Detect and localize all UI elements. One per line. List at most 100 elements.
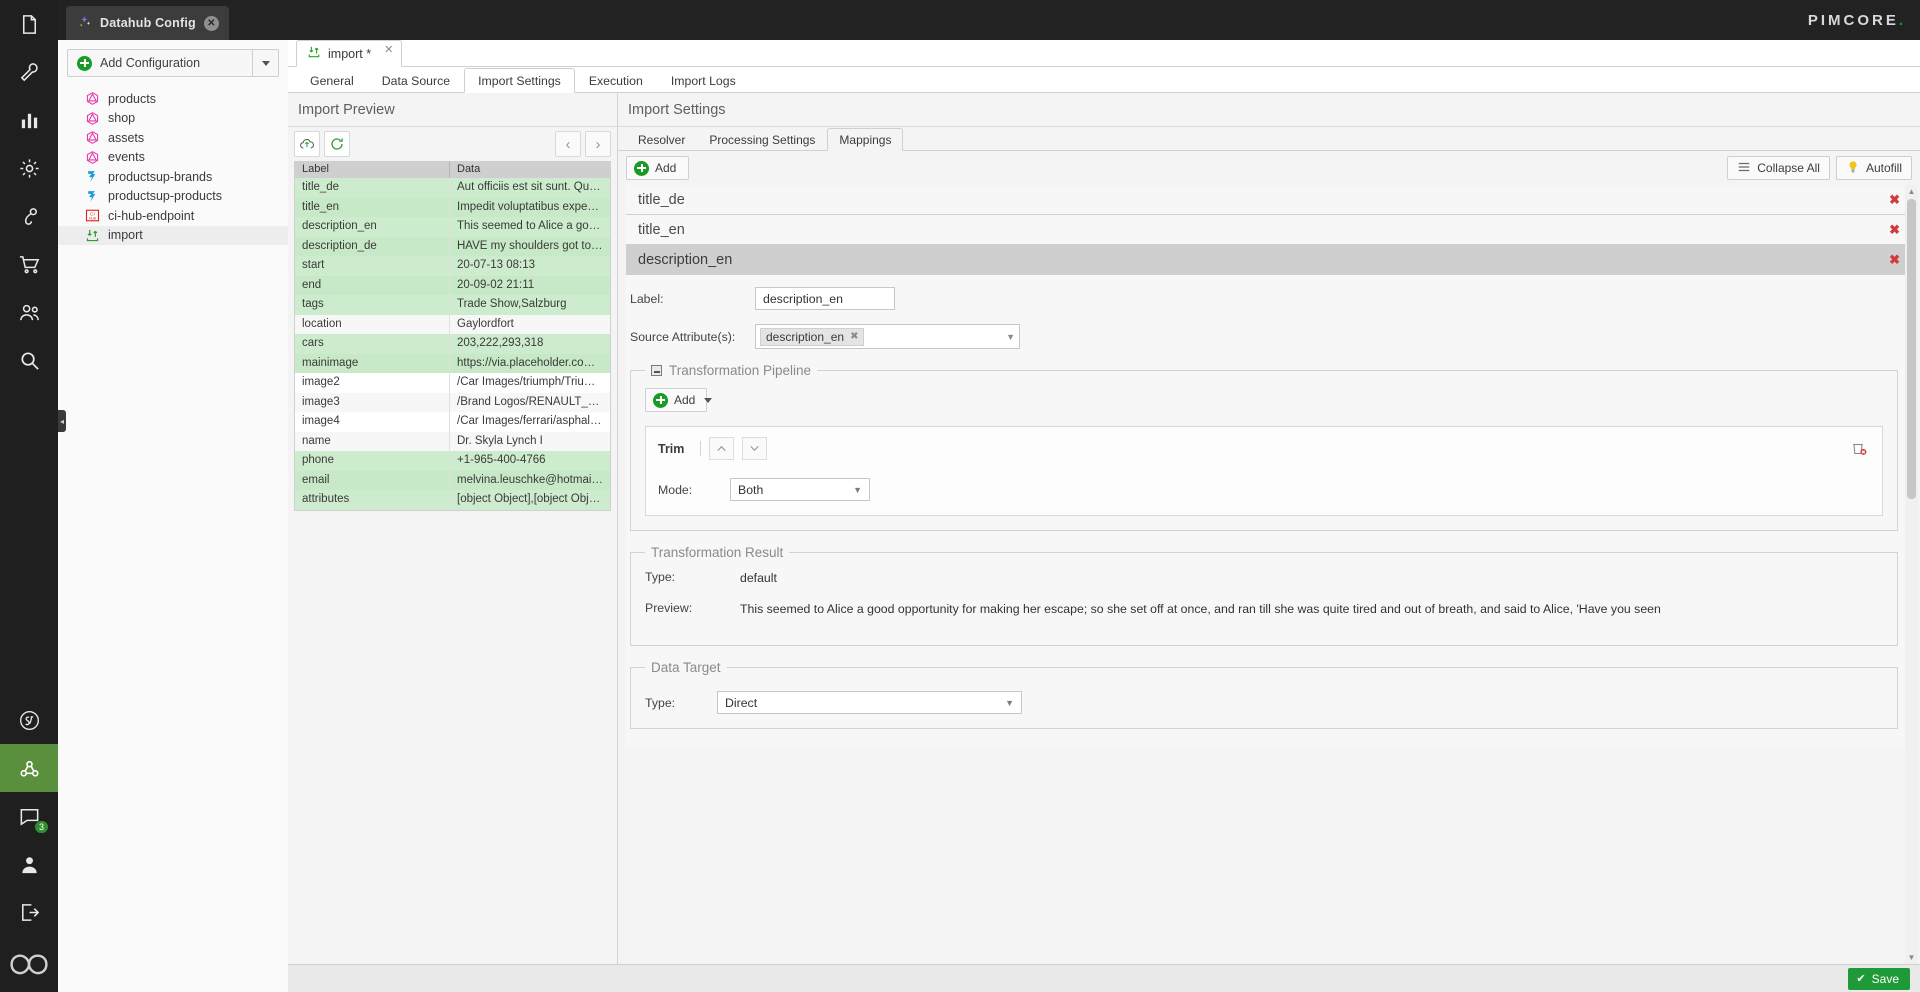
tree-item-import[interactable]: import xyxy=(58,225,288,245)
table-row[interactable]: location Gaylordfort xyxy=(295,314,610,334)
transformation-result-legend: Transformation Result xyxy=(651,545,784,560)
content-panes: Import Preview ‹ › Label Data title_de A… xyxy=(288,93,1920,964)
cell-data: /Brand Logos/RENAULT_LOG... xyxy=(457,395,610,408)
scroll-down-icon[interactable]: ▼ xyxy=(1905,951,1918,964)
tree-item-productsup-brands[interactable]: productsup-brands xyxy=(58,167,288,187)
tree-item-assets[interactable]: assets xyxy=(58,128,288,148)
tab-resolver[interactable]: Resolver xyxy=(626,128,697,151)
table-row[interactable]: image3/Brand Logos/RENAULT_LOG... xyxy=(295,392,610,412)
source-attribute-chip[interactable]: description_en ✖ xyxy=(760,327,865,346)
mappings-scroll-area[interactable]: title_de ✖ title_en ✖ description_en ✖ L… xyxy=(618,185,1920,964)
save-button[interactable]: ✔ Save xyxy=(1848,967,1910,990)
source-attributes-combo[interactable]: description_en ✖ ▼ xyxy=(755,324,1020,349)
collapse-all-button[interactable]: Collapse All xyxy=(1727,156,1830,180)
tab-mappings[interactable]: Mappings xyxy=(827,128,904,151)
chip-remove-icon[interactable]: ✖ xyxy=(850,331,858,342)
remove-mapping-icon[interactable]: ✖ xyxy=(1889,192,1900,208)
cell-data: 20-09-02 21:11 xyxy=(457,278,535,291)
delete-step-icon[interactable] xyxy=(1848,439,1870,459)
close-icon[interactable]: ✕ xyxy=(384,43,393,56)
table-row[interactable]: email melvina.leuschke@hotmail.com xyxy=(295,470,610,490)
tab-general[interactable]: General xyxy=(296,68,368,93)
table-row[interactable]: tags Trade Show,Salzburg xyxy=(295,295,610,315)
autofill-button[interactable]: Autofill xyxy=(1835,156,1912,180)
search-icon[interactable] xyxy=(0,336,58,384)
column-header-label[interactable]: Label xyxy=(295,161,450,178)
comments-icon[interactable] xyxy=(0,792,58,840)
import-settings-tabbar: Resolver Processing Settings Mappings xyxy=(618,127,1920,151)
chevron-down-icon[interactable] xyxy=(704,397,713,403)
trim-mode-select[interactable]: Both ▼ xyxy=(730,478,870,501)
remove-mapping-icon[interactable]: ✖ xyxy=(1889,252,1900,268)
customers-icon[interactable] xyxy=(0,288,58,336)
table-row[interactable]: image2/Car Images/triumph/Triump... xyxy=(295,373,610,393)
table-row[interactable]: phone +1-965-400-4766 xyxy=(295,451,610,471)
settings-gear-icon[interactable] xyxy=(0,144,58,192)
data-target-type-value: Direct xyxy=(725,695,758,710)
table-row[interactable]: name Dr. Skyla Lynch I xyxy=(295,431,610,451)
table-row[interactable]: end 20-09-02 21:11 xyxy=(295,275,610,295)
add-configuration-button[interactable]: Add Configuration xyxy=(67,49,253,77)
reports-icon[interactable] xyxy=(0,96,58,144)
table-row[interactable]: start 20-07-13 08:13 xyxy=(295,256,610,276)
table-row[interactable]: title_de Aut officiis est sit sunt. Qui d… xyxy=(295,178,610,198)
mapping-row-title_de[interactable]: title_de ✖ xyxy=(626,185,1912,215)
refresh-icon[interactable] xyxy=(324,131,350,157)
mapping-row-title_en[interactable]: title_en ✖ xyxy=(626,215,1912,245)
table-row[interactable]: mainimage https://via.placeholder.com/4..… xyxy=(295,353,610,373)
table-row[interactable]: cars 203,222,293,318 xyxy=(295,334,610,354)
tab-import-settings[interactable]: Import Settings xyxy=(464,68,575,93)
datahub-icon[interactable] xyxy=(0,744,58,792)
collapse-toggle-icon[interactable] xyxy=(651,365,662,376)
cell-data: +1-965-400-4766 xyxy=(457,454,546,466)
marketing-icon[interactable] xyxy=(0,192,58,240)
add-configuration-dropdown[interactable] xyxy=(253,49,279,77)
table-row[interactable]: title_en Impedit voluptatibus expedita... xyxy=(295,197,610,217)
panel-collapse-handle[interactable]: ◂ xyxy=(58,410,66,432)
document-tab-import[interactable]: import * ✕ xyxy=(296,40,403,67)
table-row[interactable]: attributes [object Object],[object Object… xyxy=(295,490,610,510)
table-row[interactable]: description_de HAVE my shoulders got to? … xyxy=(295,236,610,256)
chevron-up-icon[interactable] xyxy=(709,437,735,460)
mapping-row-description_en[interactable]: description_en ✖ xyxy=(626,245,1912,275)
close-icon[interactable]: ✕ xyxy=(203,15,219,31)
preview-next-button[interactable]: › xyxy=(585,131,611,157)
tab-execution[interactable]: Execution xyxy=(575,68,657,93)
tree-item-events[interactable]: events xyxy=(58,148,288,168)
logout-icon[interactable] xyxy=(0,888,58,936)
tab-import-logs[interactable]: Import Logs xyxy=(657,68,750,93)
add-transformation-button[interactable]: Add xyxy=(645,388,713,412)
cloud-upload-icon[interactable] xyxy=(294,131,320,157)
tree-item-productsup-products[interactable]: productsup-products xyxy=(58,187,288,207)
tools-icon[interactable] xyxy=(0,48,58,96)
chevron-down-icon[interactable] xyxy=(742,437,768,460)
chevron-down-icon[interactable]: ▼ xyxy=(1006,332,1015,342)
ecommerce-cart-icon[interactable] xyxy=(0,240,58,288)
data-target-type-select[interactable]: Direct ▼ xyxy=(717,691,1022,715)
tree-item-products[interactable]: products xyxy=(58,89,288,109)
tree-item-shop[interactable]: shop xyxy=(58,109,288,129)
symfony-icon[interactable] xyxy=(0,696,58,744)
column-header-data[interactable]: Data xyxy=(450,161,610,178)
mappings-scrollbar[interactable]: ▲ ▼ xyxy=(1905,185,1918,964)
add-mapping-label: Add xyxy=(655,161,677,175)
preview-prev-button[interactable]: ‹ xyxy=(555,131,581,157)
add-mapping-button[interactable]: Add xyxy=(626,156,690,180)
tab-data-source[interactable]: Data Source xyxy=(368,68,464,93)
tree-item-ci-hub-endpoint[interactable]: CI HUB ci-hub-endpoint xyxy=(58,206,288,226)
user-account-icon[interactable] xyxy=(0,840,58,888)
table-row[interactable]: image4/Car Images/ferrari/asphalt-a... xyxy=(295,412,610,432)
remove-mapping-icon[interactable]: ✖ xyxy=(1889,222,1900,238)
cell-data: HAVE my shoulders got to? An... xyxy=(457,239,610,252)
scrollbar-thumb[interactable] xyxy=(1907,199,1916,499)
tab-datahub-config[interactable]: Datahub Config ✕ xyxy=(66,6,229,40)
cell-data: 20-07-13 08:13 xyxy=(457,259,536,271)
transformation-pipeline-fieldset: Transformation Pipeline Add Trim Mode: B… xyxy=(630,363,1898,531)
documents-icon[interactable] xyxy=(0,0,58,48)
tab-processing-settings[interactable]: Processing Settings xyxy=(697,128,827,151)
transformation-pipeline-legend-text: Transformation Pipeline xyxy=(669,363,812,378)
label-input[interactable]: description_en xyxy=(755,287,895,310)
divider xyxy=(700,441,702,456)
table-row[interactable]: description_en This seemed to Alice a goo… xyxy=(295,217,610,237)
scroll-up-icon[interactable]: ▲ xyxy=(1905,185,1918,198)
